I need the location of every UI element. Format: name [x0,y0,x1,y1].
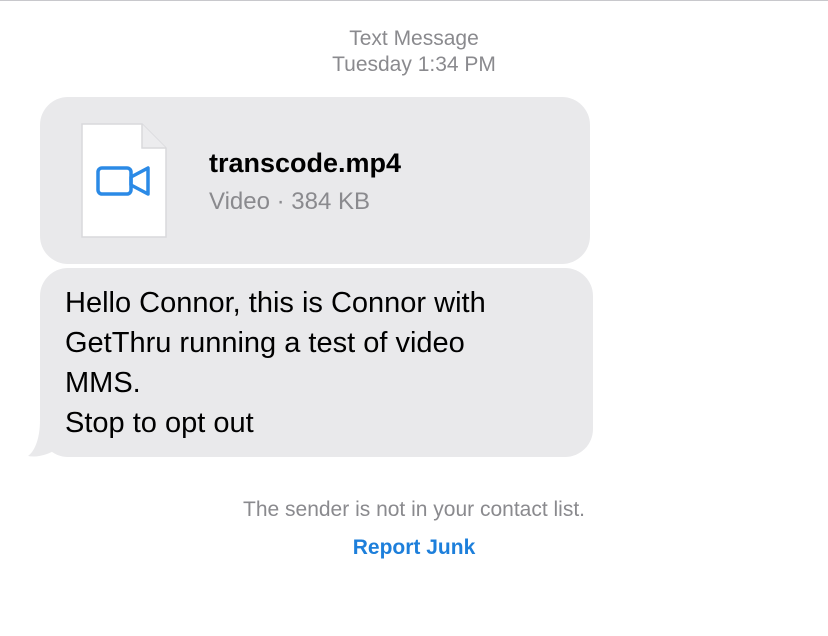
attachment-file-meta: Video · 384 KB [209,188,371,215]
unknown-sender-notice: The sender is not in your contact list. [243,498,585,521]
video-file-thumbnail[interactable] [80,122,168,239]
message-bubble[interactable]: Hello Connor, this is Connor with GetThr… [40,268,593,457]
thread-header: Text Message Tuesday 1:34 PM [0,26,828,78]
report-junk-link[interactable]: Report Junk [0,535,828,561]
service-label: Text Message [349,27,479,50]
attachment-bubble[interactable]: transcode.mp4 Video · 384 KB [40,97,590,264]
document-icon [81,123,167,238]
top-divider [0,0,828,1]
message-timestamp: Tuesday 1:34 PM [332,53,496,76]
attachment-file-name: transcode.mp4 [209,148,402,178]
message-text: Hello Connor, this is Connor with GetThr… [65,287,486,439]
